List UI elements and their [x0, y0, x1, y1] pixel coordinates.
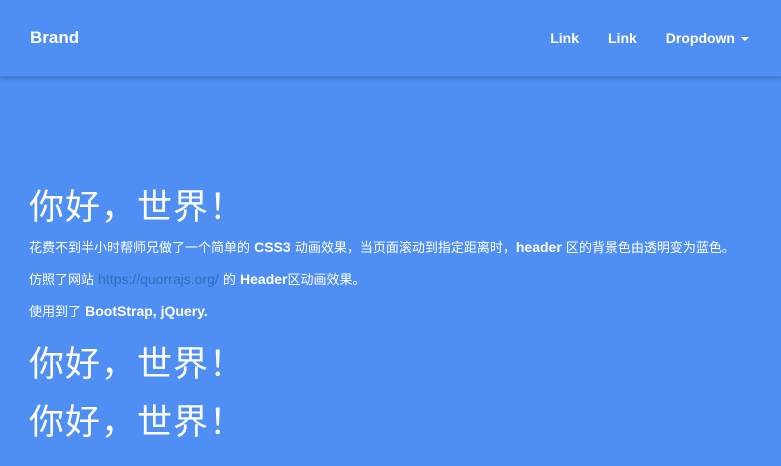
- nav-link-1[interactable]: Link: [550, 29, 579, 47]
- para3-bold-tech: BootStrap, jQuery.: [85, 303, 208, 319]
- nav-link-2[interactable]: Link: [608, 29, 637, 47]
- main-content: 你好，世界！ 花费不到半小时帮师兄做了一个简单的 CSS3 动画效果，当页面滚动…: [29, 183, 759, 448]
- para1-text-3: 区的背景色由透明变为蓝色。: [561, 241, 735, 256]
- para1-bold-header: header: [515, 239, 562, 255]
- page-heading-3: 你好，世界！: [29, 403, 246, 443]
- para2-text-1: 仿照了网站: [29, 273, 99, 288]
- description-paragraph: 花费不到半小时帮师兄做了一个简单的 CSS3 动画效果，当页面滚动到指定距离时，…: [29, 236, 759, 260]
- brand-link[interactable]: Brand: [30, 28, 79, 48]
- caret-down-icon: [741, 36, 749, 41]
- nav-menu: Link Link Dropdown: [550, 29, 749, 47]
- para1-text-2: 动画效果，当页面滚动到指定距离时，: [290, 241, 516, 256]
- para1-text-1: 花费不到半小时帮师兄做了一个简单的: [29, 241, 255, 256]
- nav-dropdown[interactable]: Dropdown: [666, 29, 749, 47]
- para1-bold-css3: CSS3: [254, 239, 291, 255]
- para2-text-2: 的: [218, 273, 241, 288]
- quorrajs-link[interactable]: https://quorrajs.org/: [98, 271, 219, 287]
- para2-bold-header: Header: [240, 271, 288, 287]
- navbar: Brand Link Link Dropdown: [0, 0, 781, 77]
- reference-paragraph: 仿照了网站 https://quorrajs.org/ 的 Header区动画效…: [29, 268, 759, 292]
- page-heading: 你好，世界！: [29, 188, 246, 228]
- page-heading-2: 你好，世界！: [29, 345, 246, 385]
- para2-text-3: 区动画效果。: [287, 273, 366, 288]
- para3-text-1: 使用到了: [29, 305, 86, 320]
- nav-dropdown-label: Dropdown: [665, 30, 735, 46]
- tech-paragraph: 使用到了 BootStrap, jQuery.: [29, 300, 759, 324]
